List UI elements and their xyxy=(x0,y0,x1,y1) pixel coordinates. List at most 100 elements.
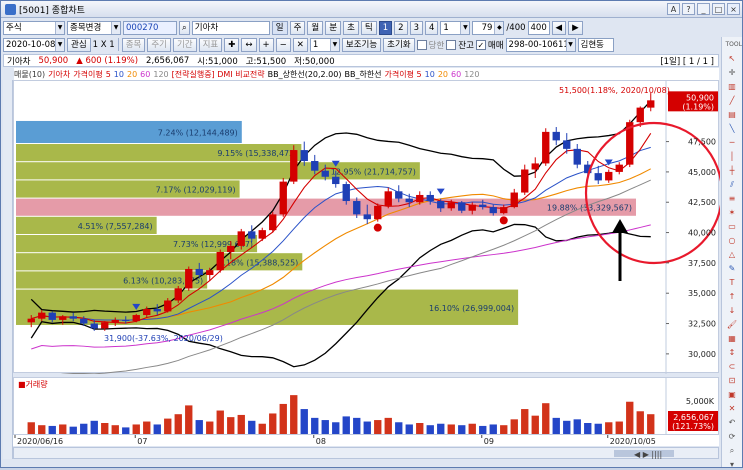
crosshair-icon[interactable]: ✚ xyxy=(224,37,240,52)
channel-icon[interactable]: ⫽ xyxy=(726,179,739,190)
layout-ratio[interactable]: 1 X 1 xyxy=(93,40,115,50)
save-icon[interactable]: ▾ xyxy=(726,459,739,470)
scroll-right-button[interactable]: ▶ xyxy=(568,20,583,35)
text-icon[interactable]: T xyxy=(726,277,739,288)
gann-icon[interactable]: ✶ xyxy=(726,207,739,218)
expand-icon[interactable]: ↔ xyxy=(241,37,257,52)
legend-item[interactable]: 60 xyxy=(451,70,461,79)
arrow-down-icon[interactable]: ↓ xyxy=(726,305,739,316)
interval-4-button[interactable]: 4 xyxy=(425,20,439,35)
candle-body xyxy=(342,184,350,202)
period-second-button[interactable]: 초 xyxy=(343,20,359,35)
aux-function-button[interactable]: 보조기능 xyxy=(341,37,382,52)
magnet-icon[interactable]: ⊂ xyxy=(726,361,739,372)
legend-item[interactable]: 가격이평 5 xyxy=(385,69,422,80)
trade-checkbox[interactable]: ✓ xyxy=(475,39,486,50)
interval-2-button[interactable]: 2 xyxy=(394,20,408,35)
legend-item[interactable]: 20 xyxy=(127,70,137,79)
account-select[interactable]: 298-00-106113 ▼ xyxy=(505,37,576,52)
legend-item[interactable]: 20 xyxy=(438,70,448,79)
refresh-icon[interactable]: ⟳ xyxy=(726,431,739,442)
legend-item[interactable]: 기아차 xyxy=(48,69,70,80)
add-period-button[interactable]: 주기 xyxy=(147,37,171,52)
fibonacci-icon[interactable]: ≡ xyxy=(726,193,739,204)
stock-name-field[interactable]: 기아차 xyxy=(191,20,270,35)
help-button[interactable]: ? xyxy=(682,3,695,15)
add-range-button[interactable]: 기간 xyxy=(172,37,197,52)
line-chart-icon[interactable]: ╱ xyxy=(726,95,739,106)
zoom-in-icon[interactable]: + xyxy=(258,37,274,52)
tool-label[interactable]: TOOL xyxy=(726,39,742,50)
circle-icon[interactable]: ○ xyxy=(726,235,739,246)
count-max: /400 xyxy=(506,22,526,33)
reset-button[interactable]: 초기화 xyxy=(383,37,415,52)
period-minute-button[interactable]: 분 xyxy=(325,20,342,35)
price-chart-panel[interactable]: 7.24% (12,144,489) 9.15% (15,338,472) 12.9… xyxy=(13,80,724,380)
scroll-left-button[interactable]: ◀ xyxy=(551,20,567,35)
minimize-button[interactable]: _ xyxy=(697,3,710,15)
crosshair-tool-icon[interactable]: ✛ xyxy=(726,67,739,78)
pencil-icon[interactable]: ✎ xyxy=(726,263,739,274)
search-icon[interactable]: ⌕ xyxy=(179,20,190,35)
grid-icon[interactable]: ▦ xyxy=(726,333,739,344)
volume-bar xyxy=(594,423,602,434)
delete-icon[interactable]: ✕ xyxy=(726,403,739,414)
legend-item[interactable]: BB_하한선 xyxy=(344,69,381,80)
interest-button[interactable]: 관심 xyxy=(67,37,91,52)
legend-item[interactable]: 120 xyxy=(464,70,479,79)
legend-item[interactable]: 5 xyxy=(106,70,111,79)
bar-chart-icon[interactable]: ▤ xyxy=(726,109,739,120)
period-day-button[interactable]: 일 xyxy=(271,20,288,35)
magnifier-icon[interactable]: ⌕ xyxy=(726,445,739,456)
layers-icon[interactable]: ▣ xyxy=(726,389,739,400)
legend-item[interactable]: BB_상한선(20,2.00) xyxy=(268,69,342,80)
legend-item[interactable]: 120 xyxy=(153,70,168,79)
candle-icon[interactable]: ▥ xyxy=(726,81,739,92)
close-button[interactable]: × xyxy=(727,3,740,15)
add-indicator-button[interactable]: 지표 xyxy=(198,37,223,52)
volume-chart[interactable]: ■거래량 5,000K 2,656,067(121.73%) xyxy=(14,378,720,436)
font-button[interactable]: A xyxy=(667,3,680,15)
market-select[interactable]: 주식 ▼ xyxy=(3,20,65,35)
stock-code-input[interactable]: 000270 xyxy=(123,20,177,35)
vertical-line-icon[interactable]: │ xyxy=(726,151,739,162)
interval-1-button[interactable]: 1 xyxy=(378,20,393,35)
interval-input[interactable]: 1 ▼ xyxy=(440,20,471,35)
legend-item[interactable]: 10 xyxy=(114,70,124,79)
price-chart[interactable]: 7.24% (12,144,489) 9.15% (15,338,472) 12.9… xyxy=(14,81,724,380)
count-total-input[interactable]: 400 xyxy=(527,20,550,35)
trend-line-icon[interactable]: ╲ xyxy=(726,123,739,134)
cursor-icon[interactable]: ↖ xyxy=(726,53,739,64)
period-tick-button[interactable]: 틱 xyxy=(360,20,377,35)
legend-item[interactable]: 가격이평 xyxy=(73,69,102,80)
volume-panel[interactable]: ■거래량 5,000K 2,656,067 (121.73%) xyxy=(13,377,720,436)
undo-icon[interactable]: ↶ xyxy=(726,417,739,428)
cross-line-icon[interactable]: ┼ xyxy=(726,165,739,176)
maximize-button[interactable]: □ xyxy=(712,3,725,15)
zoom-select[interactable]: 1 ▼ xyxy=(309,37,340,52)
horizontal-line-icon[interactable]: ─ xyxy=(726,137,739,148)
period-week-button[interactable]: 주 xyxy=(289,20,306,35)
legend-item[interactable]: 60 xyxy=(140,70,150,79)
period-month-button[interactable]: 월 xyxy=(307,20,324,35)
balance-checkbox[interactable] xyxy=(446,39,457,50)
left-handle-strip[interactable] xyxy=(3,80,13,459)
option-checkbox-a[interactable] xyxy=(416,39,427,50)
brush-icon[interactable]: 🖌 xyxy=(726,319,739,330)
triangle-icon[interactable]: △ xyxy=(726,249,739,260)
horizontal-scrollbar[interactable]: ◀ ▶ |||| xyxy=(13,447,719,459)
mode-select[interactable]: 종목변경 ▼ xyxy=(67,20,121,35)
arrow-up-icon[interactable]: ↑ xyxy=(726,291,739,302)
date-picker[interactable]: 2020-10-08 ▼ xyxy=(3,37,65,52)
rectangle-icon[interactable]: ▭ xyxy=(726,221,739,232)
interval-3-button[interactable]: 3 xyxy=(409,20,423,35)
close-x-icon[interactable]: ✕ xyxy=(292,37,308,52)
count-input[interactable]: 79 ◆ xyxy=(472,20,505,35)
add-stock-button[interactable]: 종목 xyxy=(121,37,146,52)
legend-item[interactable]: [전략실행중] DMI 비교전략 xyxy=(172,69,265,80)
measure-icon[interactable]: ↕ xyxy=(726,347,739,358)
legend-item[interactable]: 10 xyxy=(425,70,435,79)
legend-item[interactable]: 매물(10) xyxy=(14,69,45,80)
zoom-out-icon[interactable]: − xyxy=(275,37,291,52)
lock-icon[interactable]: ⊡ xyxy=(726,375,739,386)
